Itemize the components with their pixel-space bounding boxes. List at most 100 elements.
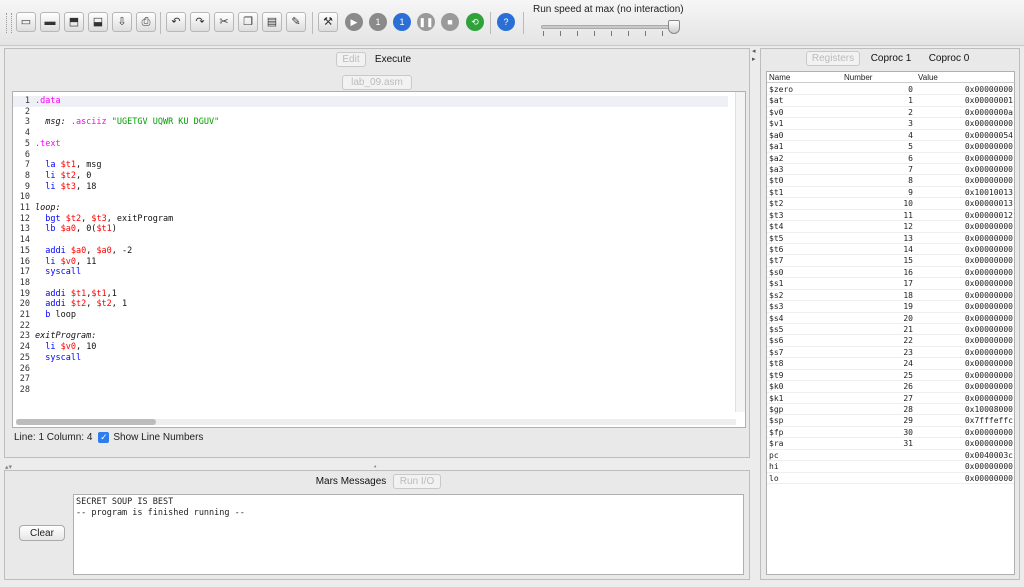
registers-table[interactable]: Name Number Value $zero 0 0x00000000 $at 1 0x…	[766, 71, 1015, 575]
show-line-numbers-checkbox[interactable]: ✓	[98, 432, 110, 443]
tab-coproc0[interactable]: Coproc 0	[922, 51, 976, 66]
save-icon[interactable]: ⬒	[64, 12, 84, 32]
pause-icon[interactable]: ❚❚	[417, 13, 435, 31]
code-line[interactable]: 25 syscall	[13, 353, 728, 364]
register-row[interactable]: $s2 18 0x00000000	[767, 290, 1014, 302]
register-row[interactable]: $zero 0 0x00000000	[767, 84, 1014, 96]
col-number-header[interactable]: Number	[844, 73, 872, 82]
code-line[interactable]: 27	[13, 374, 728, 385]
register-row[interactable]: $fp 30 0x00000000	[767, 427, 1014, 439]
register-row[interactable]: $at 1 0x00000001	[767, 95, 1014, 107]
code-line[interactable]: 1 .data	[13, 96, 728, 107]
register-row[interactable]: $s5 21 0x00000000	[767, 324, 1014, 336]
open-file-icon[interactable]: ▬	[40, 12, 60, 32]
file-tab[interactable]: lab_09.asm	[342, 75, 412, 90]
run-speed-slider[interactable]	[541, 25, 677, 29]
register-row[interactable]: $t1 9 0x10010013	[767, 187, 1014, 199]
register-row[interactable]: $t3 11 0x00000012	[767, 210, 1014, 222]
code-line[interactable]: 19 addi $t1,$t1,1	[13, 289, 728, 300]
clear-button[interactable]: Clear	[19, 525, 65, 541]
code-line[interactable]: 16 li $v0, 11	[13, 257, 728, 268]
code-line[interactable]: 22	[13, 321, 728, 332]
code-line[interactable]: 6	[13, 150, 728, 161]
register-row[interactable]: $ra 31 0x00000000	[767, 438, 1014, 450]
run-speed-slider-thumb[interactable]	[668, 20, 680, 34]
code-line[interactable]: 20 addi $t2, $t2, 1	[13, 299, 728, 310]
collapse-left-icon[interactable]: ◂	[752, 47, 756, 55]
register-row[interactable]: pc 0x0040003c	[767, 450, 1014, 462]
print-icon[interactable]: ⎙	[136, 12, 156, 32]
register-row[interactable]: $v0 2 0x0000000a	[767, 107, 1014, 119]
help-icon[interactable]: ?	[497, 13, 515, 31]
run-icon[interactable]: ▶	[345, 13, 363, 31]
register-row[interactable]: $a2 6 0x00000000	[767, 153, 1014, 164]
code-line[interactable]: 23 exitProgram:	[13, 331, 728, 342]
tab-edit[interactable]: Edit	[336, 52, 366, 67]
col-value-header[interactable]: Value	[918, 73, 938, 82]
register-row[interactable]: $a0 4 0x00000054	[767, 130, 1014, 142]
scrollbar-thumb[interactable]	[16, 419, 156, 425]
paste-icon[interactable]: ▤	[262, 12, 282, 32]
code-line[interactable]: 11 loop:	[13, 203, 728, 214]
tab-coproc1[interactable]: Coproc 1	[864, 51, 918, 66]
register-row[interactable]: $a3 7 0x00000000	[767, 164, 1014, 176]
code-line[interactable]: 4	[13, 128, 728, 139]
code-line[interactable]: 8 li $t2, 0	[13, 171, 728, 182]
undo-icon[interactable]: ↶	[166, 12, 186, 32]
reset-icon[interactable]: ⟲	[466, 13, 484, 31]
backstep-icon[interactable]: 1	[393, 13, 411, 31]
code-line[interactable]: 15 addi $a0, $a0, -2	[13, 246, 728, 257]
code-line[interactable]: 17 syscall	[13, 267, 728, 278]
dump-memory-icon[interactable]: ⇩	[112, 12, 132, 32]
assemble-icon[interactable]: ⚒	[318, 12, 338, 32]
tab-run-io[interactable]: Run I/O	[393, 474, 441, 489]
col-name-header[interactable]: Name	[769, 73, 790, 82]
register-row[interactable]: $s7 23 0x00000000	[767, 347, 1014, 359]
register-row[interactable]: $s0 16 0x00000000	[767, 267, 1014, 279]
code-line[interactable]: 2	[13, 107, 728, 118]
cut-icon[interactable]: ✂	[214, 12, 234, 32]
register-row[interactable]: $s3 19 0x00000000	[767, 301, 1014, 313]
save-as-icon[interactable]: ⬓	[88, 12, 108, 32]
find-replace-icon[interactable]: ✎	[286, 12, 306, 32]
register-row[interactable]: hi 0x00000000	[767, 461, 1014, 473]
copy-icon[interactable]: ❐	[238, 12, 258, 32]
code-line[interactable]: 24 li $v0, 10	[13, 342, 728, 353]
code-editor[interactable]: 1 .data 2 3 msg: .asciiz "UGETGV UQWR KU DG…	[12, 91, 746, 428]
register-row[interactable]: $t5 13 0x00000000	[767, 233, 1014, 244]
register-row[interactable]: $t7 15 0x00000000	[767, 255, 1014, 267]
register-row[interactable]: $t9 25 0x00000000	[767, 370, 1014, 382]
code-line[interactable]: 21 b loop	[13, 310, 728, 321]
register-row[interactable]: $k1 27 0x00000000	[767, 393, 1014, 404]
tab-registers[interactable]: Registers	[806, 51, 860, 66]
register-row[interactable]: $gp 28 0x10008000	[767, 404, 1014, 416]
code-line[interactable]: 7 la $t1, msg	[13, 160, 728, 171]
code-line[interactable]: 9 li $t3, 18	[13, 182, 728, 193]
register-row[interactable]: $t8 24 0x00000000	[767, 358, 1014, 370]
code-line[interactable]: 13 lb $a0, 0($t1)	[13, 224, 728, 235]
code-line[interactable]: 12 bgt $t2, $t3, exitProgram	[13, 214, 728, 225]
toolbar-grip[interactable]	[6, 13, 12, 33]
code-line[interactable]: 26	[13, 364, 728, 375]
register-row[interactable]: $t2 10 0x00000013	[767, 198, 1014, 210]
register-row[interactable]: $t4 12 0x00000000	[767, 221, 1014, 233]
step-icon[interactable]: 1	[369, 13, 387, 31]
code-line[interactable]: 28	[13, 385, 728, 396]
new-file-icon[interactable]: ▭	[16, 12, 36, 32]
register-row[interactable]: lo 0x00000000	[767, 473, 1014, 484]
editor-vertical-scrollbar[interactable]	[735, 92, 745, 412]
redo-icon[interactable]: ↷	[190, 12, 210, 32]
register-row[interactable]: $a1 5 0x00000000	[767, 141, 1014, 153]
register-row[interactable]: $t6 14 0x00000000	[767, 244, 1014, 256]
register-row[interactable]: $sp 29 0x7fffeffc	[767, 415, 1014, 427]
expand-right-icon[interactable]: ▸	[752, 55, 756, 63]
tab-execute[interactable]: Execute	[370, 52, 416, 67]
code-line[interactable]: 10	[13, 192, 728, 203]
register-row[interactable]: $v1 3 0x00000000	[767, 118, 1014, 130]
code-line[interactable]: 18	[13, 278, 728, 289]
register-row[interactable]: $s4 20 0x00000000	[767, 313, 1014, 324]
register-row[interactable]: $s6 22 0x00000000	[767, 335, 1014, 347]
code-line[interactable]: 3 msg: .asciiz "UGETGV UQWR KU DGUV"	[13, 117, 728, 128]
register-row[interactable]: $s1 17 0x00000000	[767, 278, 1014, 290]
tab-mars-messages[interactable]: Mars Messages	[312, 474, 390, 489]
